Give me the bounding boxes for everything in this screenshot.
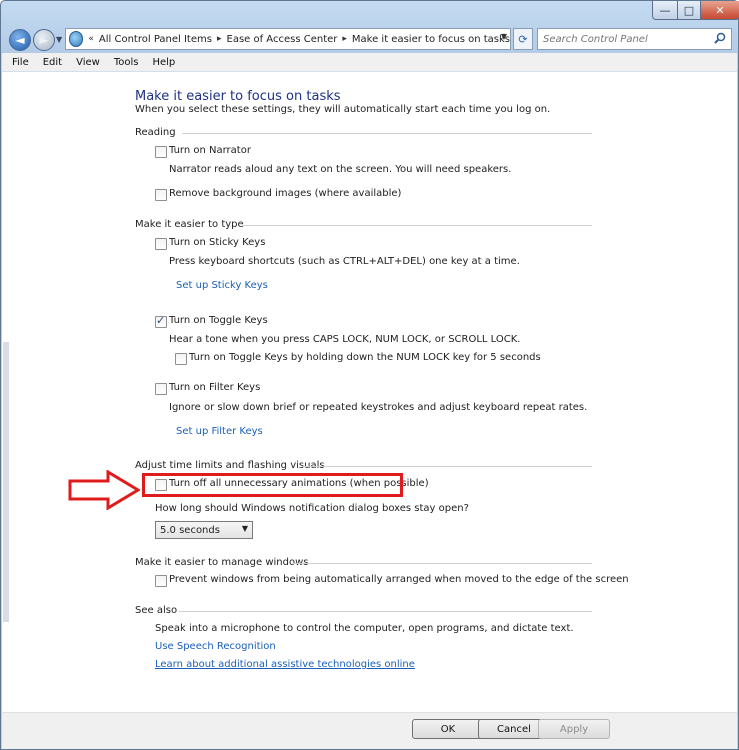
background-images-label[interactable]: Remove background images (where availabl… [169,188,401,199]
left-edge-scroll [3,342,9,622]
filter-keys-label[interactable]: Turn on Filter Keys [169,382,260,393]
maximize-button[interactable]: □ [677,1,701,20]
ok-button[interactable]: OK [412,719,484,739]
sticky-keys-checkbox[interactable] [155,238,167,250]
menu-help[interactable]: Help [152,57,175,68]
divider [179,611,592,612]
notification-duration-value: 5.0 seconds [160,524,220,536]
breadcrumb-ease-of-access[interactable]: Ease of Access Center [227,34,338,45]
divider [182,133,592,134]
time-limits-heading: Adjust time limits and flashing visuals [135,460,325,471]
notification-duration-select[interactable]: 5.0 seconds ▼ [155,521,253,539]
setup-sticky-keys-link[interactable]: Set up Sticky Keys [176,280,268,291]
menu-file[interactable]: File [12,57,29,68]
sticky-keys-description: Press keyboard shortcuts (such as CTRL+A… [169,256,520,267]
notification-duration-question: How long should Windows notification dia… [155,503,469,514]
search-icon[interactable] [714,32,726,44]
assistive-technologies-link[interactable]: Learn about additional assistive technol… [155,659,415,670]
divider [302,466,592,467]
narrator-label[interactable]: Turn on Narrator [169,145,251,156]
title-bar: — □ ✕ ◄ ► ▼ « All Control Panel Items ▸ … [1,1,739,53]
prevent-arrange-label[interactable]: Prevent windows from being automatically… [169,574,629,585]
annotation-arrow-icon [68,470,140,510]
forward-arrow-icon: ► [39,33,49,47]
filter-keys-checkbox[interactable] [155,383,167,395]
chevron-down-icon: ▼ [241,524,248,533]
menu-bar: File Edit View Tools Help [2,53,737,72]
reading-heading: Reading [135,127,176,138]
refresh-button[interactable]: ⟳ [513,28,533,50]
apply-button[interactable]: Apply [538,719,610,739]
search-box[interactable] [537,28,732,50]
background-images-checkbox[interactable] [155,189,167,201]
window-frame: — □ ✕ ◄ ► ▼ « All Control Panel Items ▸ … [0,0,739,750]
speech-description: Speak into a microphone to control the c… [155,623,574,634]
prevent-arrange-checkbox[interactable] [155,575,167,587]
minimize-button[interactable]: — [652,1,678,20]
toggle-keys-description: Hear a tone when you press CAPS LOCK, NU… [169,334,521,345]
menu-view[interactable]: View [76,57,100,68]
toggle-keys-label[interactable]: Turn on Toggle Keys [169,315,268,326]
control-panel-icon [69,31,84,47]
recent-pages-dropdown-icon[interactable]: ▼ [56,35,62,44]
page-title: Make it easier to focus on tasks [135,89,341,104]
sticky-keys-label[interactable]: Turn on Sticky Keys [169,237,265,248]
manage-windows-heading: Make it easier to manage windows [135,557,309,568]
typing-heading: Make it easier to type [135,219,244,230]
toggle-keys-hold-label[interactable]: Turn on Toggle Keys by holding down the … [189,352,541,363]
speech-recognition-link[interactable]: Use Speech Recognition [155,641,276,652]
highlight-box [142,473,403,497]
breadcrumb-separator-icon[interactable]: ▸ [342,34,347,44]
filter-keys-description: Ignore or slow down brief or repeated ke… [169,402,588,413]
forward-button[interactable]: ► [33,29,55,51]
toggle-keys-hold-checkbox[interactable] [175,353,187,365]
divider [292,563,592,564]
address-bar[interactable]: « All Control Panel Items ▸ Ease of Acce… [65,28,511,50]
toggle-keys-checkbox[interactable] [155,314,167,328]
back-button[interactable]: ◄ [9,29,31,51]
dialog-button-bar: OK Cancel Apply [2,712,737,749]
breadcrumb-all-items[interactable]: All Control Panel Items [99,34,212,45]
search-input[interactable] [543,33,713,45]
see-also-heading: See also [135,605,178,616]
breadcrumb-separator-icon[interactable]: ▸ [217,34,222,44]
page-subtitle: When you select these settings, they wil… [135,104,551,115]
content-pane: Make it easier to focus on tasks When yo… [2,72,737,712]
menu-tools[interactable]: Tools [114,57,139,68]
divider [242,225,592,226]
address-dropdown-icon[interactable]: ▼ [501,32,507,41]
breadcrumb-current-page[interactable]: Make it easier to focus on tasks [352,34,510,45]
menu-edit[interactable]: Edit [43,57,62,68]
narrator-description: Narrator reads aloud any text on the scr… [169,164,512,175]
setup-filter-keys-link[interactable]: Set up Filter Keys [176,426,263,437]
narrator-checkbox[interactable] [155,146,167,158]
close-button[interactable]: ✕ [700,1,739,20]
refresh-icon: ⟳ [518,32,528,46]
back-arrow-icon: ◄ [15,33,25,47]
breadcrumb-overflow-icon[interactable]: « [88,34,94,44]
